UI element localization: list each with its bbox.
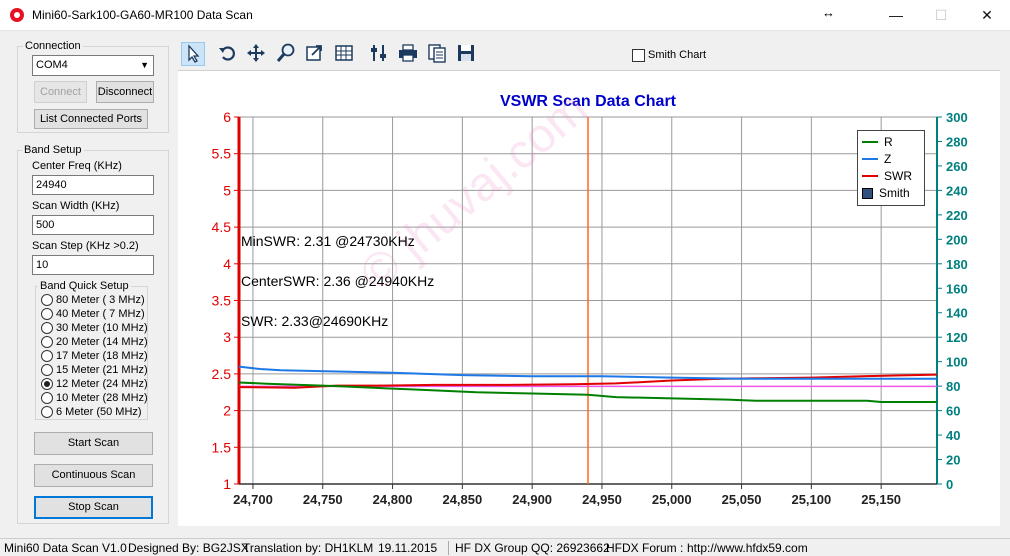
status-separator bbox=[448, 541, 449, 555]
y2-tick-label: 200 bbox=[946, 232, 968, 247]
center-swr-annotation: CenterSWR: 2.36 @24940KHz bbox=[241, 273, 435, 289]
x-tick-label: 24,950 bbox=[582, 492, 622, 507]
legend-label-r: R bbox=[884, 135, 893, 149]
y-tick-label: 3.5 bbox=[212, 293, 232, 309]
y-tick-label: 1 bbox=[223, 476, 231, 492]
x-tick-label: 25,050 bbox=[722, 492, 762, 507]
y-tick-label: 3 bbox=[223, 329, 231, 345]
status-qq-group: HF DX Group QQ: 26923662 bbox=[455, 541, 610, 555]
legend-label-smith: Smith bbox=[879, 186, 910, 200]
y-tick-label: 1.5 bbox=[212, 439, 232, 455]
legend-item-z: Z bbox=[862, 152, 891, 166]
status-bar: Mini60 Data Scan V1.0 Designed By: BG2JS… bbox=[0, 538, 1010, 556]
x-tick-label: 24,900 bbox=[512, 492, 552, 507]
y2-tick-label: 80 bbox=[946, 379, 960, 394]
y2-tick-label: 100 bbox=[946, 355, 968, 370]
chart-legend: R Z SWR Smith bbox=[857, 130, 925, 206]
y2-tick-label: 60 bbox=[946, 404, 960, 419]
legend-label-z: Z bbox=[884, 152, 892, 166]
status-date: 19.11.2015 bbox=[378, 541, 438, 555]
y2-tick-label: 140 bbox=[946, 306, 968, 321]
y-tick-label: 4.5 bbox=[212, 219, 232, 235]
y2-tick-label: 180 bbox=[946, 257, 968, 272]
y2-tick-label: 20 bbox=[946, 453, 960, 468]
y2-tick-label: 300 bbox=[946, 110, 968, 125]
y2-tick-label: 0 bbox=[946, 477, 953, 492]
legend-item-r: R bbox=[862, 135, 893, 149]
y-tick-label: 2 bbox=[223, 403, 231, 419]
status-forum-label: HFDX Forum : bbox=[606, 541, 684, 555]
y2-tick-label: 260 bbox=[946, 159, 968, 174]
swr-annotation: SWR: 2.33@24690KHz bbox=[241, 313, 389, 329]
x-tick-label: 24,700 bbox=[233, 492, 273, 507]
legend-box-smith bbox=[862, 187, 873, 199]
status-version: Mini60 Data Scan V1.0 bbox=[4, 541, 127, 555]
y2-tick-label: 120 bbox=[946, 330, 968, 345]
legend-line-z bbox=[862, 158, 878, 160]
status-forum-url[interactable]: http://www.hfdx59.com bbox=[683, 540, 808, 556]
y-tick-label: 2.5 bbox=[212, 366, 232, 382]
y2-tick-label: 220 bbox=[946, 208, 968, 223]
y2-tick-label: 240 bbox=[946, 183, 968, 198]
x-tick-label: 25,000 bbox=[652, 492, 692, 507]
legend-line-swr bbox=[862, 175, 878, 177]
y2-tick-label: 160 bbox=[946, 281, 968, 296]
x-tick-label: 24,800 bbox=[373, 492, 413, 507]
y-tick-label: 4 bbox=[223, 256, 231, 272]
legend-line-r bbox=[862, 141, 878, 143]
x-tick-label: 24,750 bbox=[303, 492, 343, 507]
y-tick-label: 5.5 bbox=[212, 146, 232, 162]
legend-item-smith: Smith bbox=[860, 186, 910, 200]
legend-item-swr: SWR bbox=[862, 169, 912, 183]
status-translator: Translation by: DH1KLM bbox=[243, 541, 374, 555]
x-tick-label: 25,150 bbox=[861, 492, 901, 507]
y2-tick-label: 40 bbox=[946, 428, 960, 443]
legend-label-swr: SWR bbox=[884, 169, 912, 183]
chart-title: VSWR Scan Data Chart bbox=[500, 93, 677, 110]
min-swr-annotation: MinSWR: 2.31 @24730KHz bbox=[241, 233, 415, 249]
y2-tick-label: 280 bbox=[946, 134, 968, 149]
y-tick-label: 5 bbox=[223, 182, 231, 198]
y-tick-label: 6 bbox=[223, 109, 231, 125]
status-designer: Designed By: BG2JSX bbox=[128, 541, 249, 555]
x-tick-label: 24,850 bbox=[442, 492, 482, 507]
vswr-chart[interactable]: VSWR Scan Data Chart 1 1.5 2 2.5 3 3.5 4 4.5 5 5.5… bbox=[0, 0, 1010, 556]
x-tick-label: 25,100 bbox=[791, 492, 831, 507]
